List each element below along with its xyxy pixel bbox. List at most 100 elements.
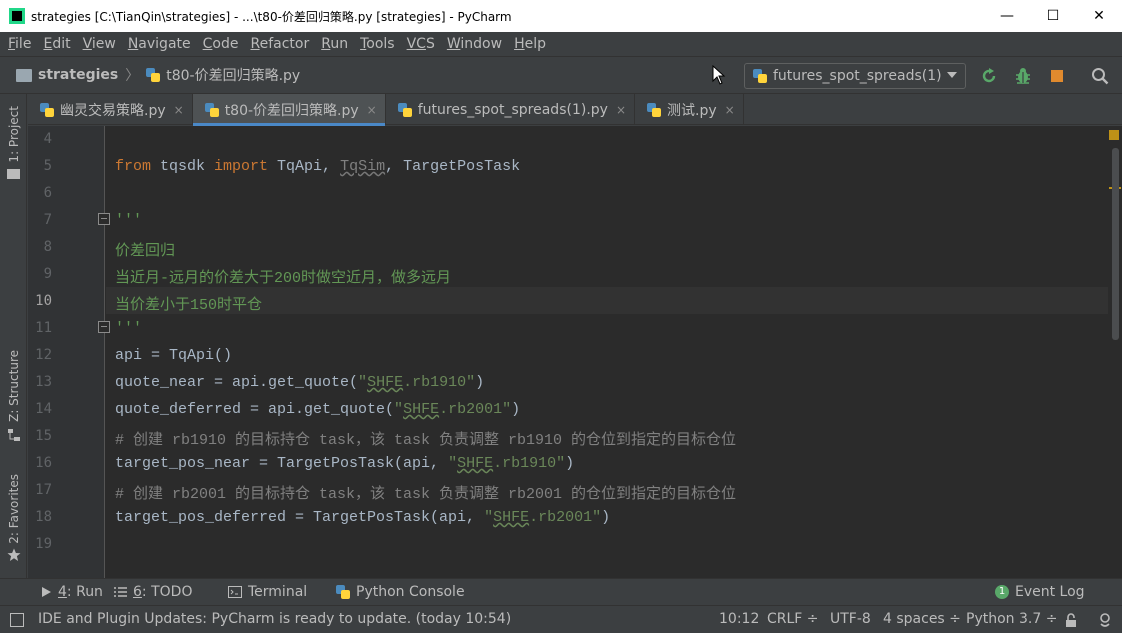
line-number: 19 — [35, 536, 52, 552]
breadcrumb: strategies 〉 t80-价差回归策略.py — [0, 65, 300, 85]
line-number: 15 — [35, 428, 52, 444]
menu-code[interactable]: Code — [197, 36, 245, 52]
inspector-icon[interactable] — [1097, 612, 1113, 628]
tab-test[interactable]: 测试.py × — [635, 94, 744, 125]
menu-view[interactable]: View — [77, 36, 122, 52]
structure-tab-label: Z: Structure — [6, 350, 21, 422]
python-console-icon — [336, 585, 350, 599]
mouse-cursor-icon — [712, 65, 726, 85]
code-line-11: ''' — [115, 320, 143, 337]
python-file-icon — [204, 102, 219, 117]
window-title: strategies [C:\TianQin\strategies] - ...… — [31, 9, 512, 24]
todo-tool-button[interactable]: 6: TODO — [114, 584, 192, 600]
tab-label: t80-价差回归策略.py — [224, 102, 359, 119]
tab-futures-spot-spreads[interactable]: futures_spot_spreads(1).py × — [386, 94, 636, 125]
warning-status-icon[interactable] — [1109, 130, 1119, 140]
line-number: 16 — [35, 455, 52, 471]
menu-vcs[interactable]: VCS — [401, 36, 441, 52]
close-icon[interactable]: × — [367, 103, 377, 117]
tab-t80-spread-strategy[interactable]: t80-价差回归策略.py × — [192, 94, 386, 126]
folder-icon — [7, 168, 20, 179]
menu-run[interactable]: Run — [315, 36, 354, 52]
menu-edit[interactable]: Edit — [37, 36, 76, 52]
code-line-10: 当价差小于150时平仓 — [115, 297, 263, 314]
pycharm-window: strategies [C:\TianQin\strategies] - ...… — [0, 0, 1122, 633]
tab-label: 幽灵交易策略.py — [60, 102, 166, 119]
close-icon[interactable]: × — [725, 103, 735, 117]
tab-ghost-strategy[interactable]: 幽灵交易策略.py × — [28, 94, 193, 125]
structure-tool-tab[interactable]: Z: Structure — [0, 350, 27, 442]
terminal-icon — [228, 586, 242, 598]
event-log-tool-button[interactable]: 1 Event Log — [995, 584, 1085, 600]
menu-refactor[interactable]: Refactor — [244, 36, 315, 52]
python-file-icon — [397, 102, 412, 117]
python-config-icon — [753, 69, 767, 83]
error-stripe[interactable] — [1108, 126, 1122, 578]
fold-collapse-icon[interactable] — [98, 213, 110, 225]
favorites-tab-label: 2: Favorites — [6, 474, 21, 544]
code-line-18: target_pos_deferred = TargetPosTask(api,… — [115, 509, 611, 526]
tool-window-toggle-icon[interactable] — [10, 613, 24, 627]
status-bar: IDE and Plugin Updates: PyCharm is ready… — [0, 605, 1122, 633]
fold-collapse-icon[interactable] — [98, 321, 110, 333]
menu-navigate[interactable]: Navigate — [122, 36, 197, 52]
status-message[interactable]: IDE and Plugin Updates: PyCharm is ready… — [38, 611, 511, 627]
file-encoding[interactable]: UTF-8 — [830, 611, 871, 627]
project-tool-tab[interactable]: 1: Project — [0, 106, 27, 179]
favorites-tool-tab[interactable]: 2: Favorites — [0, 474, 27, 562]
event-log-badge: 1 — [995, 585, 1009, 599]
code-line-16: target_pos_near = TargetPosTask(api, "SH… — [115, 455, 575, 472]
python-file-icon — [647, 102, 662, 117]
line-separator[interactable]: CRLF ÷ — [767, 611, 819, 627]
rerun-icon[interactable] — [980, 67, 998, 85]
structure-icon — [7, 428, 20, 441]
terminal-tool-button[interactable]: Terminal — [228, 584, 307, 600]
run-configuration-select[interactable]: futures_spot_spreads(1) — [744, 63, 966, 89]
breadcrumb-separator: 〉 — [125, 68, 140, 84]
code-line-14: quote_deferred = api.get_quote("SHFE.rb2… — [115, 401, 521, 418]
breadcrumb-file[interactable]: t80-价差回归策略.py — [166, 65, 300, 85]
run-configuration-label: futures_spot_spreads(1) — [773, 68, 942, 84]
code-line-15: # 创建 rb1910 的目标持仓 task，该 task 负责调整 rb191… — [115, 432, 737, 449]
code-line-5: from tqsdk import TqApi, TqSim, TargetPo… — [115, 158, 521, 175]
line-number-gutter: 4 5 6 7 8 9 10 11 12 13 14 15 16 17 18 1… — [28, 126, 110, 578]
current-line-number: 10 — [35, 293, 52, 309]
lock-icon[interactable] — [1065, 613, 1079, 628]
close-icon[interactable]: × — [616, 103, 626, 117]
maximize-button[interactable]: ☐ — [1030, 0, 1076, 32]
play-icon — [42, 587, 51, 597]
line-number: 14 — [35, 401, 52, 417]
caret-position[interactable]: 10:12 — [719, 611, 759, 627]
run-tool-button[interactable]: 4: Run — [40, 584, 103, 600]
code-editor[interactable]: 4 5 6 7 8 9 10 11 12 13 14 15 16 17 18 1… — [28, 126, 1122, 578]
star-icon — [7, 548, 20, 561]
tab-label: futures_spot_spreads(1).py — [417, 101, 608, 118]
line-number: 7 — [43, 212, 52, 228]
line-number: 6 — [43, 185, 52, 201]
line-number: 9 — [43, 266, 52, 282]
python-interpreter[interactable]: Python 3.7 ÷ — [966, 611, 1057, 627]
indent-setting[interactable]: 4 spaces ÷ — [883, 611, 961, 627]
code-line-7: ''' — [115, 212, 143, 229]
code-line-8: 价差回归 — [115, 243, 176, 260]
line-number: 18 — [35, 509, 52, 525]
python-file-icon — [146, 68, 161, 82]
close-icon[interactable]: × — [174, 103, 184, 117]
debug-bug-icon[interactable] — [1014, 67, 1032, 85]
menu-tools[interactable]: Tools — [354, 36, 401, 52]
search-icon[interactable] — [1091, 67, 1109, 85]
line-number: 12 — [35, 347, 52, 363]
vertical-scrollbar-thumb[interactable] — [1112, 148, 1119, 340]
code-line-17: # 创建 rb2001 的目标持仓 task，该 task 负责调整 rb200… — [115, 486, 737, 503]
menu-help[interactable]: Help — [508, 36, 552, 52]
pycharm-logo-icon — [9, 8, 25, 24]
stop-icon[interactable] — [1048, 67, 1066, 85]
python-console-tool-button[interactable]: Python Console — [336, 584, 465, 600]
menu-window[interactable]: Window — [441, 36, 508, 52]
code-line-9: 当近月-远月的价差大于200时做空近月，做多远月 — [115, 270, 452, 287]
breadcrumb-project[interactable]: strategies — [38, 67, 118, 83]
folder-icon — [16, 68, 32, 82]
minimize-button[interactable]: — — [984, 0, 1030, 32]
menu-file[interactable]: File — [2, 36, 37, 52]
close-window-button[interactable]: ✕ — [1076, 0, 1122, 32]
